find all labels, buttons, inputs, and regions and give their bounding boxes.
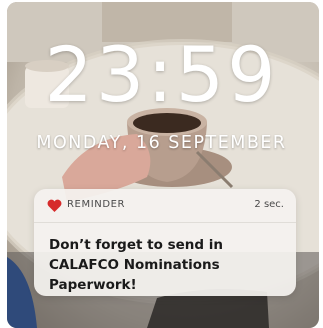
lock-screen: 23:59 MONDAY, 16 SEPTEMBER REMINDER 2 se… [0,0,323,328]
notification-timestamp: 2 sec. [254,199,284,210]
reminder-notification[interactable]: REMINDER 2 sec. Don’t forget to send in … [34,189,296,296]
notification-app-name: REMINDER [67,199,126,210]
notification-header: REMINDER 2 sec. [34,189,296,223]
lockscreen-clock: 23:59 [44,30,279,119]
lockscreen-date: MONDAY, 16 SEPTEMBER [36,133,287,153]
notification-message: Don’t forget to send in CALAFCO Nominati… [49,237,223,293]
heart-icon [47,199,62,212]
